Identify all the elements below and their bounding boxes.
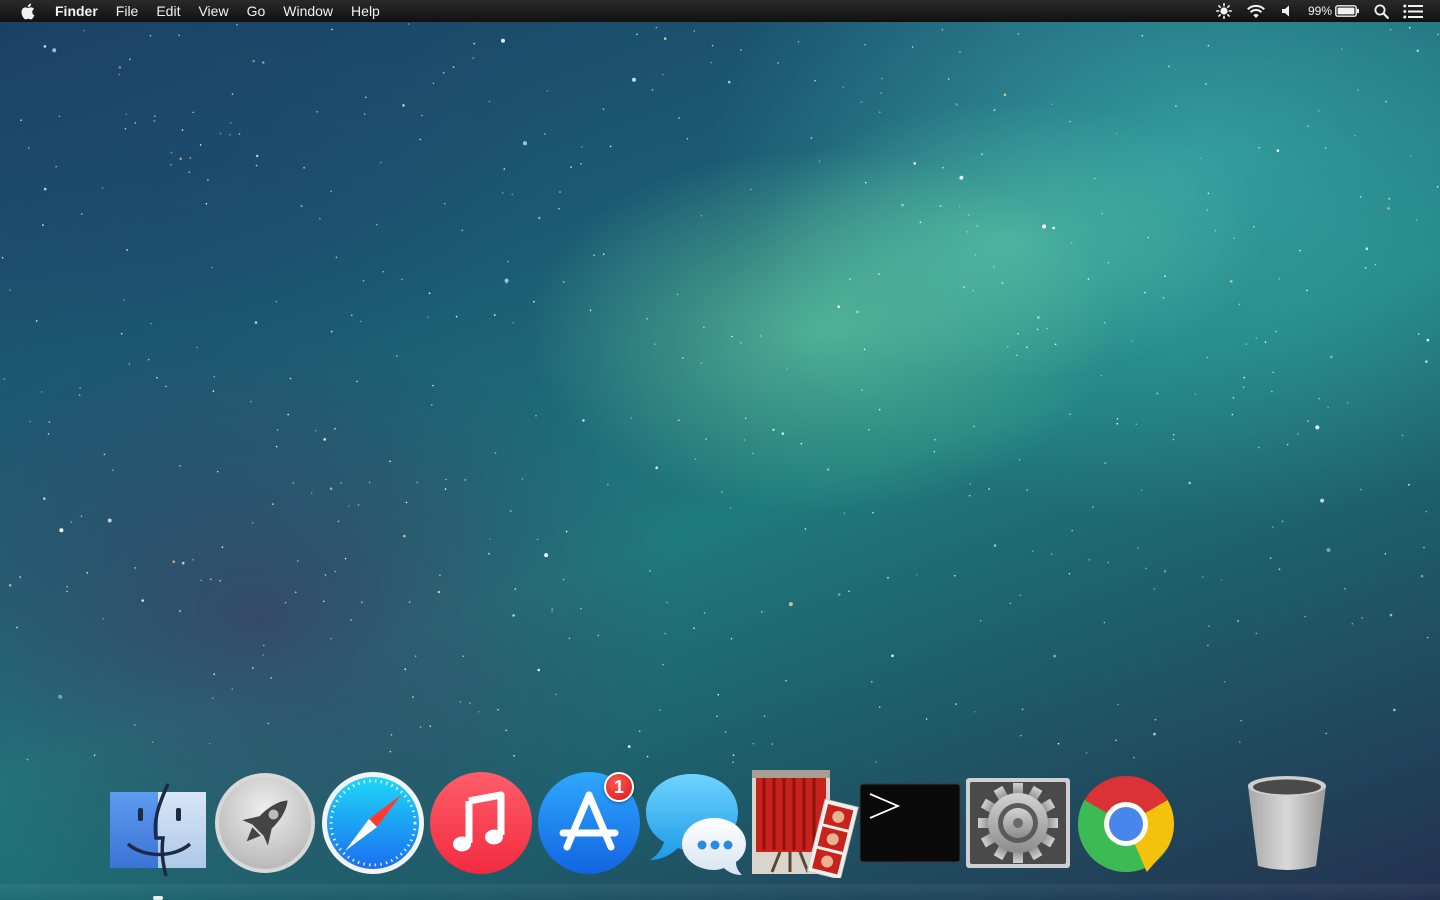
running-indicator [153,896,163,900]
terminal-icon [859,783,961,863]
app-store-badge: 1 [604,772,634,802]
apple-icon [21,3,34,19]
compass-icon [322,772,424,874]
dock-item-itunes[interactable] [428,770,534,876]
dock-item-app-store[interactable]: 1 [536,770,642,876]
menu-window[interactable]: Window [274,0,342,22]
gear-icon [966,778,1070,868]
menu-go[interactable]: Go [238,0,275,22]
chat-bubbles-icon [646,774,746,875]
menu-file[interactable]: File [107,0,148,22]
dock-item-chrome[interactable] [1076,774,1176,874]
wifi-icon[interactable] [1239,0,1273,22]
volume-icon[interactable] [1273,0,1301,22]
finder-icon [110,783,206,877]
brightness-icon[interactable] [1209,0,1239,22]
dock-item-terminal[interactable] [858,782,962,864]
dock-item-trash[interactable] [1242,774,1332,874]
desktop[interactable]: Finder File Edit View Go Window Help 99%… [0,0,1440,900]
battery-icon [1335,5,1359,17]
battery-percent: 99% [1307,4,1332,18]
dock-item-launchpad[interactable] [212,770,318,876]
wallpaper-stars [1,23,1439,764]
menu-bar: Finder File Edit View Go Window Help 99% [0,0,1440,22]
dock-item-messages[interactable] [642,770,750,878]
trash-icon [1248,776,1326,870]
music-note-icon [430,772,532,874]
dock: 1 [100,766,1340,900]
menu-bar-status: 99% [1209,0,1430,22]
rocket-icon [215,773,315,873]
dock-item-photo-booth[interactable] [750,768,860,878]
menu-app-name[interactable]: Finder [46,0,107,22]
menu-help[interactable]: Help [342,0,389,22]
menu-bar-left: Finder File Edit View Go Window Help [0,0,389,22]
menu-view[interactable]: View [189,0,237,22]
battery-status[interactable]: 99% [1301,0,1367,22]
photo-booth-icon [752,770,859,878]
dock-item-safari[interactable] [320,770,426,876]
menu-edit[interactable]: Edit [147,0,189,22]
dock-item-finder[interactable] [108,782,208,878]
dock-item-system-preferences[interactable] [964,776,1072,870]
spotlight-icon[interactable] [1367,0,1396,22]
chrome-icon [1077,776,1175,873]
apple-menu[interactable] [8,0,46,22]
notification-center-icon[interactable] [1396,0,1430,22]
